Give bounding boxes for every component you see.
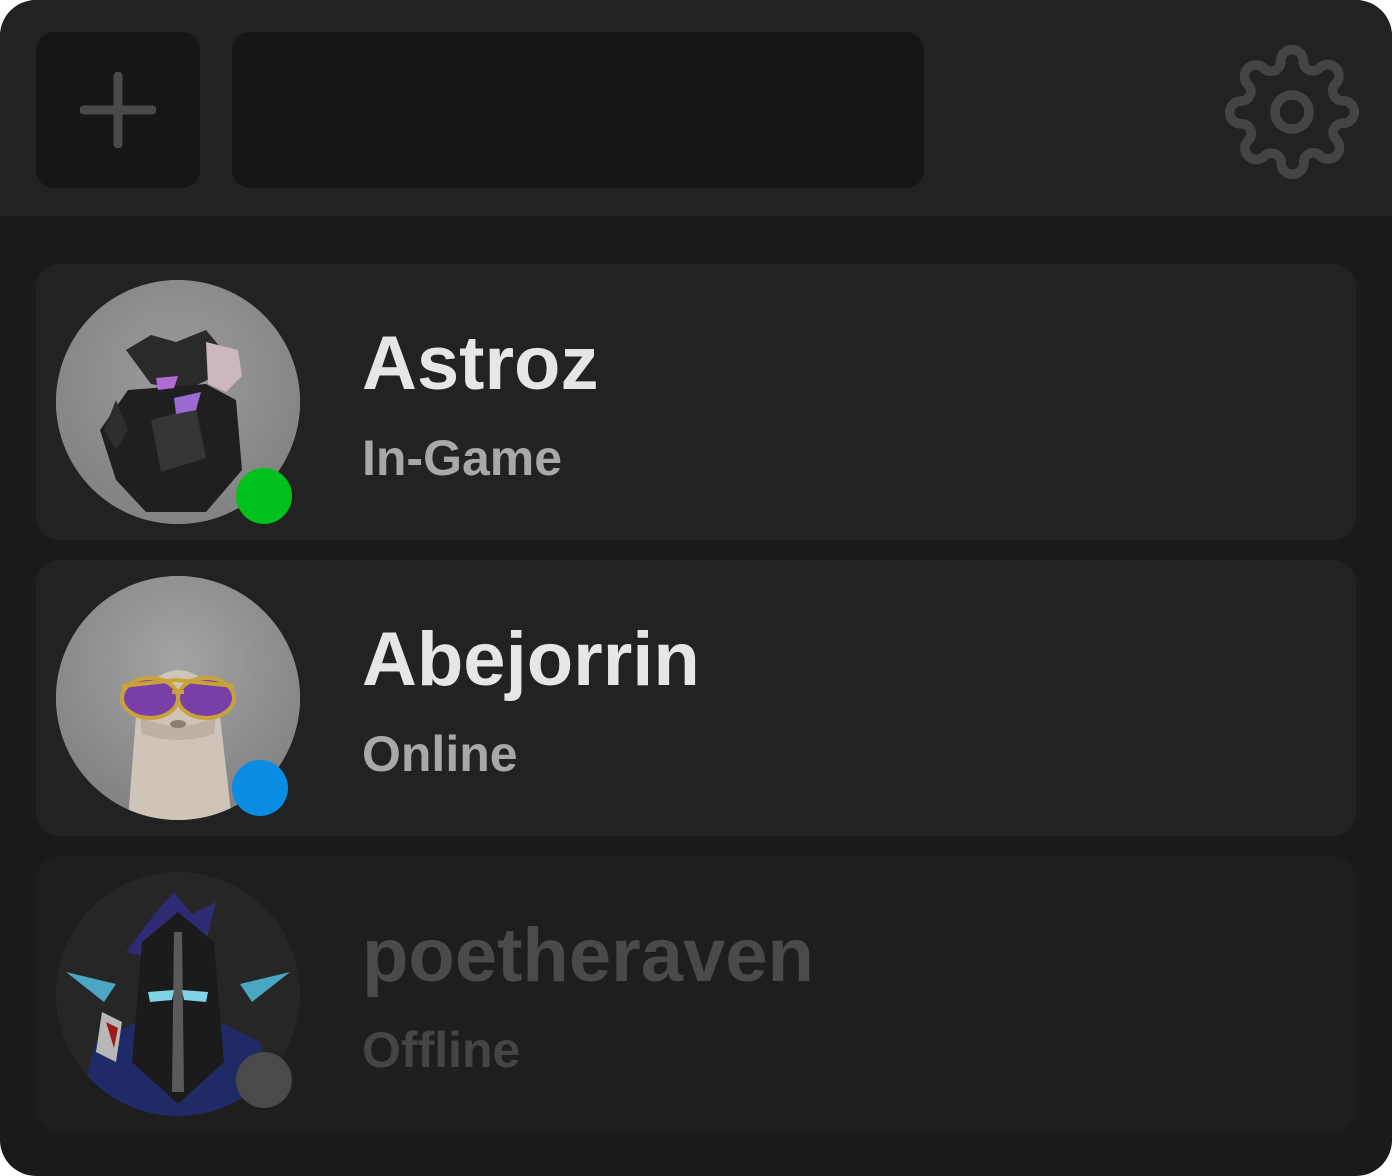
friends-list: Astroz In-Game Abejorrin Online poethera… — [36, 264, 1356, 1152]
friends-window: Astroz In-Game Abejorrin Online poethera… — [0, 0, 1392, 1176]
friend-card[interactable]: poetheraven Offline — [36, 856, 1356, 1132]
friend-status: Online — [362, 726, 518, 782]
gear-icon — [1224, 44, 1360, 180]
friend-status: Offline — [362, 1022, 521, 1078]
friend-card[interactable]: Astroz In-Game — [36, 264, 1356, 540]
status-indicator — [236, 1052, 292, 1108]
toolbar — [0, 0, 1392, 216]
friend-name: Abejorrin — [362, 617, 700, 702]
add-friend-button[interactable] — [36, 32, 200, 188]
status-indicator — [236, 468, 292, 524]
friend-status: In-Game — [362, 430, 563, 486]
friend-name: poetheraven — [362, 913, 814, 998]
friend-name: Astroz — [362, 321, 599, 406]
status-indicator — [232, 760, 288, 816]
search-input[interactable] — [232, 32, 924, 188]
friend-card[interactable]: Abejorrin Online — [36, 560, 1356, 836]
plus-icon — [80, 72, 156, 148]
settings-button[interactable] — [1224, 44, 1360, 180]
